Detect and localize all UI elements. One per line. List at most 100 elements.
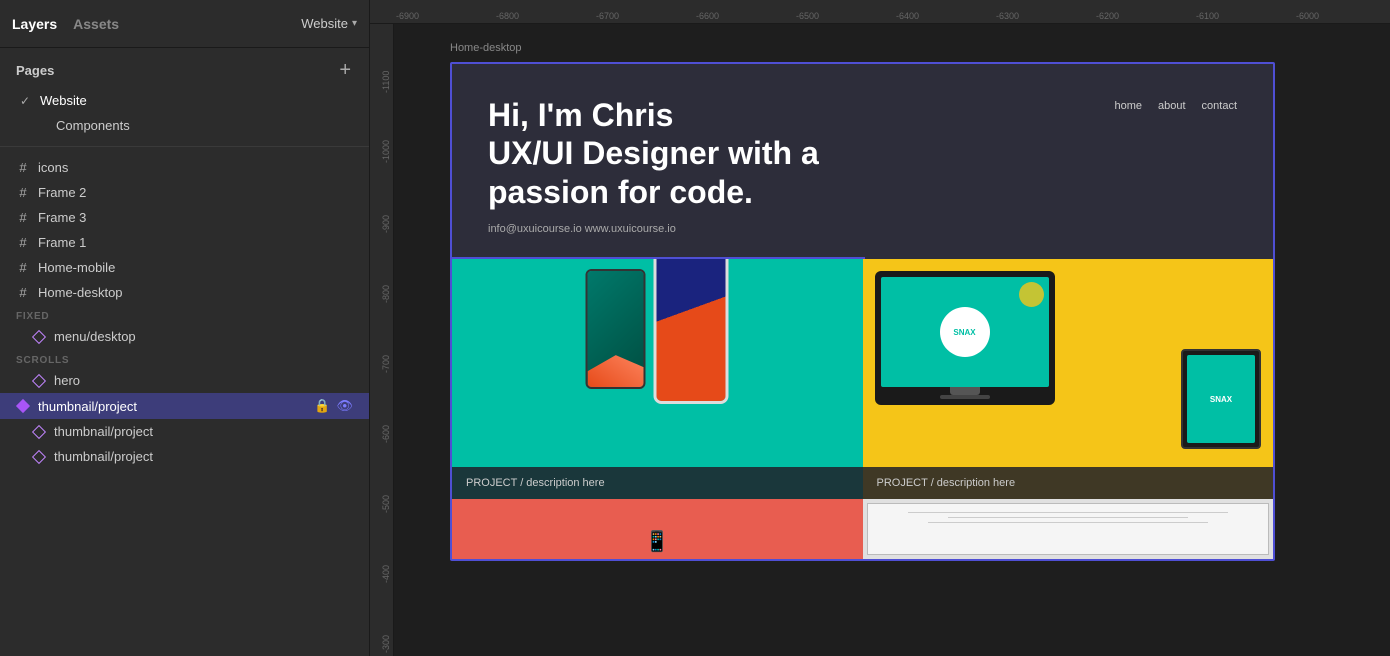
scrolls-sublabel: SCROLLS	[0, 349, 369, 368]
project-label-2: PROJECT / description here	[863, 467, 1274, 499]
hero-headline: Hi, I'm ChrisUX/UI Designer with apassio…	[488, 96, 819, 211]
layer-home-desktop[interactable]: # Home-desktop	[0, 280, 369, 305]
page-item-components[interactable]: Components	[16, 113, 353, 138]
snax-logo: SNAX	[940, 307, 990, 357]
layer-frame1[interactable]: # Frame 1	[0, 230, 369, 255]
layer-home-mobile[interactable]: # Home-mobile	[0, 255, 369, 280]
contact-info: info@uxuicourse.io www.uxuicourse.io	[488, 223, 819, 235]
mock-hero-text: Hi, I'm ChrisUX/UI Designer with apassio…	[488, 96, 819, 235]
tab-layers[interactable]: Layers	[12, 12, 57, 36]
canvas-area: -6900 -6800 -6700 -6600 -6500 -6400 -630…	[370, 0, 1390, 656]
layer-icons[interactable]: # icons	[0, 155, 369, 180]
frame-hash-icon: #	[16, 211, 30, 225]
diamond-icon	[32, 425, 46, 439]
ruler-tick: -6600	[694, 11, 794, 21]
monitor: SNAX	[875, 271, 1055, 405]
page-item-website-label: Website	[40, 93, 87, 108]
layer-thumbnail-project-2[interactable]: thumbnail/project	[0, 419, 369, 444]
fixed-sublabel: FIXED	[0, 305, 369, 324]
page-item-components-label: Components	[56, 118, 130, 133]
ruler-numbers: -6900 -6800 -6700 -6600 -6500 -6400 -630…	[370, 11, 1390, 21]
page-selector-label: Website	[301, 16, 348, 31]
project-card-yellow[interactable]: SNAX SNAX PROJ	[863, 259, 1274, 499]
frame-hash-icon: #	[16, 286, 30, 300]
checkmark-icon: ✓	[20, 94, 34, 108]
lock-icon[interactable]: 🔒	[314, 398, 330, 414]
add-page-button[interactable]: +	[337, 60, 353, 80]
desktop-mockup-container: SNAX	[875, 271, 1055, 405]
eye-icon[interactable]: 👁	[336, 398, 353, 414]
mobile-bottom: 📱	[645, 529, 670, 554]
ruler-tick: -6500	[794, 11, 894, 21]
frame-hash-icon: #	[16, 236, 30, 250]
monitor-stand	[950, 387, 980, 395]
mock-hero: Hi, I'm ChrisUX/UI Designer with apassio…	[452, 64, 1273, 259]
monitor-base	[940, 395, 990, 399]
frame-label: Home-desktop	[450, 42, 522, 54]
layer-actions: 🔒 👁	[314, 398, 353, 414]
tablet-screen: SNAX	[1187, 355, 1255, 443]
ruler-top: -6900 -6800 -6700 -6600 -6500 -6400 -630…	[370, 0, 1390, 24]
layer-thumbnail-project-selected[interactable]: thumbnail/project 🔒 👁	[0, 393, 369, 419]
layer-thumbnail-project-3[interactable]: thumbnail/project	[0, 444, 369, 469]
frame-hash-icon: #	[16, 186, 30, 200]
nav-home: home	[1114, 100, 1142, 112]
phone-large-screen	[657, 259, 726, 401]
ruler-left-tick: -1100	[381, 24, 391, 94]
layer-hero[interactable]: hero	[0, 368, 369, 393]
mock-projects-bottom: 📱	[452, 499, 1273, 559]
diamond-icon	[32, 330, 46, 344]
ruler-left-tick: -300	[381, 584, 391, 654]
layer-frame2[interactable]: # Frame 2	[0, 180, 369, 205]
project-label-1: PROJECT / description here	[452, 467, 863, 499]
canvas-viewport[interactable]: Home-desktop Hi, I'm ChrisUX/UI Designer…	[394, 24, 1390, 656]
tablet-mockup: SNAX	[1181, 349, 1261, 449]
layer-menu-desktop[interactable]: menu/desktop	[0, 324, 369, 349]
pages-section-header: Pages +	[16, 60, 353, 80]
ruler-tick: -6100	[1194, 11, 1294, 21]
monitor-screen: SNAX	[881, 277, 1049, 387]
frame-hash-icon: #	[16, 261, 30, 275]
project-card-teal[interactable]: PROJECT / description here	[452, 259, 863, 499]
component-diamond-icon	[16, 399, 30, 413]
page-item-website[interactable]: ✓ Website	[16, 88, 353, 113]
phone-screen	[588, 271, 644, 387]
panel-tabs: Layers Assets Website ▾	[0, 0, 369, 48]
snax-decoration	[1019, 282, 1044, 307]
phone-large	[654, 259, 729, 404]
ruler-left-tick: -600	[381, 374, 391, 444]
left-panel: Layers Assets Website ▾ Pages + ✓ Websit…	[0, 0, 370, 656]
ruler-left-tick: -700	[381, 304, 391, 374]
ruler-left-tick: -800	[381, 234, 391, 304]
diamond-icon	[32, 450, 46, 464]
ruler-left-tick: -1000	[381, 94, 391, 164]
ruler-tick: -6400	[894, 11, 994, 21]
pages-section-title: Pages	[16, 63, 54, 78]
nav-contact: contact	[1202, 100, 1237, 112]
bottom-card-coral: 📱	[452, 499, 863, 559]
phone-wave	[588, 347, 644, 387]
page-selector[interactable]: Website ▾	[301, 16, 357, 31]
ruler-tick: -6700	[594, 11, 694, 21]
ruler-left-tick: -500	[381, 444, 391, 514]
mock-projects: PROJECT / description here SNAX	[452, 259, 1273, 499]
ruler-left-tick: -400	[381, 514, 391, 584]
frame-hash-icon: #	[16, 161, 30, 175]
ruler-tick: -6900	[394, 11, 494, 21]
ruler-tick: -6300	[994, 11, 1094, 21]
mock-nav: home about contact	[1114, 100, 1237, 112]
canvas-with-ruler: -1100 -1000 -900 -800 -700 -600 -500 -40…	[370, 24, 1390, 656]
phone-mockup	[586, 269, 729, 404]
layer-frame3[interactable]: # Frame 3	[0, 205, 369, 230]
diamond-icon	[32, 374, 46, 388]
ruler-left: -1100 -1000 -900 -800 -700 -600 -500 -40…	[370, 24, 394, 656]
chevron-down-icon: ▾	[352, 18, 357, 29]
bottom-card-sketch	[863, 499, 1274, 559]
website-mockup: Hi, I'm ChrisUX/UI Designer with apassio…	[450, 62, 1275, 561]
ruler-tick: -6000	[1294, 11, 1390, 21]
ruler-tick: -6200	[1094, 11, 1194, 21]
nav-about: about	[1158, 100, 1186, 112]
phone-small	[586, 269, 646, 389]
tab-assets[interactable]: Assets	[73, 12, 119, 36]
ruler-left-tick: -900	[381, 164, 391, 234]
